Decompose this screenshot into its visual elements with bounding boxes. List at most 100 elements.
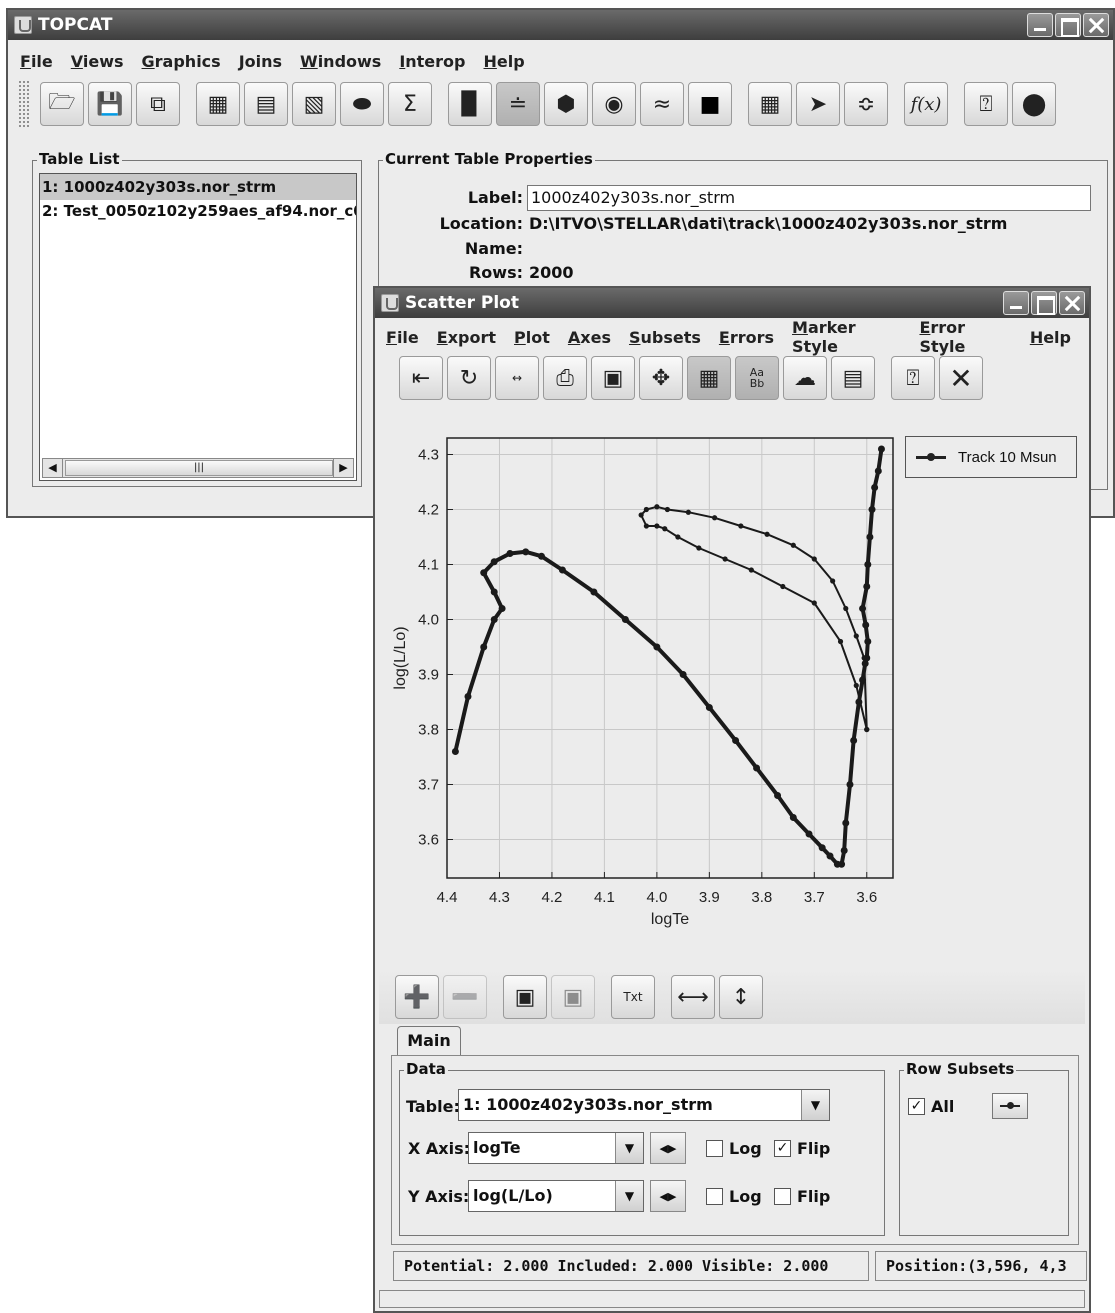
checkbox-icon[interactable]	[774, 1188, 791, 1205]
density-icon[interactable]: ■	[688, 82, 732, 126]
menu-joins[interactable]: Joins	[239, 52, 282, 71]
data-point	[621, 616, 629, 623]
export-image-icon[interactable]: ▣	[591, 356, 635, 400]
histogram-icon[interactable]: ▉	[448, 82, 492, 126]
plot2d-icon[interactable]: ≐	[496, 82, 540, 126]
toolbar-grip[interactable]	[18, 80, 30, 128]
points-subset-icon[interactable]: ▤	[831, 356, 875, 400]
exit-icon[interactable]: ⬤	[1012, 82, 1056, 126]
maximize-button[interactable]	[1031, 291, 1057, 315]
help-icon[interactable]: ⍰	[964, 82, 1008, 126]
y-axis-stepper[interactable]: ◀▶	[650, 1180, 686, 1212]
checkbox-icon[interactable]: ✓	[774, 1140, 791, 1157]
tab-main[interactable]: Main	[397, 1026, 461, 1056]
open-icon[interactable]: 🗁	[40, 82, 84, 126]
scroll-thumb[interactable]: |||	[65, 460, 333, 476]
data-point	[558, 566, 566, 574]
menu-errors[interactable]: Errors	[719, 328, 774, 347]
replot-icon[interactable]: ↻	[447, 356, 491, 400]
horizontal-scrollbar[interactable]: ◀ ||| ▶	[42, 458, 354, 478]
scatter-titlebar[interactable]: Scatter Plot	[375, 288, 1089, 318]
chevron-down-icon[interactable]: ▼	[615, 1133, 643, 1163]
menu-subsets[interactable]: Subsets	[629, 328, 701, 347]
cone-search-icon[interactable]: ➤	[796, 82, 840, 126]
topcat-toolbar: 🗁 💾 ⧉ ▦ ▤ ▧ ⬬ Σ ▉ ≐ ⬢ ◉ ≈ ■ ▦ ➤ ≎ f(x) ⍰…	[8, 80, 1113, 128]
plot3d-icon[interactable]: ⬢	[544, 82, 588, 126]
y-log-checkbox[interactable]: Log	[706, 1187, 762, 1206]
menu-windows[interactable]: Windows	[300, 52, 381, 71]
close-button[interactable]	[1059, 291, 1085, 315]
table-select[interactable]: 1: 1000z402y303s.nor_strm ▼	[458, 1089, 830, 1121]
y-flip-checkbox[interactable]: Flip	[774, 1187, 830, 1206]
menu-views[interactable]: Views	[71, 52, 124, 71]
menu-export[interactable]: Export	[437, 328, 496, 347]
table-list[interactable]: 1: 1000z402y303s.nor_strm 2: Test_0050z1…	[39, 173, 357, 481]
table-properties-legend: Current Table Properties	[383, 150, 595, 168]
duplicate-icon[interactable]: ⧉	[136, 82, 180, 126]
close-button[interactable]	[1083, 13, 1109, 37]
close-icon[interactable]: ✕	[939, 356, 983, 400]
chevron-down-icon[interactable]: ▼	[801, 1090, 829, 1120]
menu-file[interactable]: File	[386, 328, 419, 347]
x-axis-select[interactable]: logTe ▼	[468, 1132, 644, 1164]
topcat-titlebar[interactable]: TOPCAT	[8, 10, 1113, 40]
x-log-checkbox[interactable]: Log	[706, 1139, 762, 1158]
subsets-icon[interactable]: ⬬	[340, 82, 384, 126]
axis-flip-icon[interactable]: ⇤	[399, 356, 443, 400]
scroll-left-icon[interactable]: ◀	[43, 459, 63, 477]
minimize-button[interactable]	[1027, 13, 1053, 37]
help-icon[interactable]: ⍰	[891, 356, 935, 400]
statistics-icon[interactable]: Σ	[388, 82, 432, 126]
blob-icon[interactable]: ☁	[783, 356, 827, 400]
menu-interop[interactable]: Interop	[399, 52, 465, 71]
checkbox-icon[interactable]	[706, 1188, 723, 1205]
navigate-icon[interactable]: ✥	[639, 356, 683, 400]
menu-error-style[interactable]: Error Style	[919, 318, 1011, 356]
table-list-item[interactable]: 1: 1000z402y303s.nor_strm	[40, 174, 356, 200]
x-error-icon[interactable]: ⟷	[671, 975, 715, 1019]
menu-help[interactable]: Help	[484, 52, 525, 71]
subset-all-checkbox[interactable]: ✓ All	[908, 1097, 954, 1116]
y-error-icon[interactable]: ↕	[719, 975, 763, 1019]
x-flip-checkbox[interactable]: ✓ Flip	[774, 1139, 830, 1158]
subset-style-button[interactable]	[992, 1093, 1028, 1119]
minimize-button[interactable]	[1003, 291, 1029, 315]
remove-subset-icon[interactable]: ▣	[551, 975, 595, 1019]
menu-graphics[interactable]: Graphics	[142, 52, 221, 71]
menu-help[interactable]: Help	[1030, 328, 1071, 347]
grid-icon[interactable]: ▦	[687, 356, 731, 400]
plot-canvas[interactable]: 4.4 4.3 4.2 4.1 4.0 3.9 3.8 3.7 3.6 4.3 4.2 4.1 4.0 3…	[379, 412, 1085, 972]
maximize-button[interactable]	[1055, 13, 1081, 37]
checkbox-icon[interactable]: ✓	[908, 1098, 925, 1115]
chevron-down-icon[interactable]: ▼	[615, 1181, 643, 1211]
table-list-item[interactable]: 2: Test_0050z102y259aes_af94.nor_c04z	[40, 200, 356, 222]
menu-file[interactable]: File	[20, 52, 53, 71]
data-point	[705, 704, 713, 711]
legend-box: Track 10 Msun	[905, 436, 1077, 478]
add-subset-icon[interactable]: ▣	[503, 975, 547, 1019]
save-icon[interactable]: 💾	[88, 82, 132, 126]
stack-plot-icon[interactable]: ≈	[640, 82, 684, 126]
scatter-plot-svg[interactable]: 4.4 4.3 4.2 4.1 4.0 3.9 3.8 3.7 3.6 4.3 4.2 4.1 4.0 3…	[379, 412, 1085, 972]
remove-dataset-icon[interactable]: ➖	[443, 975, 487, 1019]
scroll-right-icon[interactable]: ▶	[333, 459, 353, 477]
menu-marker-style[interactable]: Marker Style	[792, 318, 901, 356]
columns-icon[interactable]: ▧	[292, 82, 336, 126]
print-icon[interactable]: ⎙	[543, 356, 587, 400]
y-axis-select[interactable]: log(L/Lo) ▼	[468, 1180, 644, 1212]
metadata-icon[interactable]: ▤	[244, 82, 288, 126]
menu-axes[interactable]: Axes	[568, 328, 611, 347]
multi-cone-icon[interactable]: ≎	[844, 82, 888, 126]
add-dataset-icon[interactable]: ➕	[395, 975, 439, 1019]
checkbox-icon[interactable]	[706, 1140, 723, 1157]
function-icon[interactable]: f(x)	[904, 82, 948, 126]
table-data-icon[interactable]: ▦	[196, 82, 240, 126]
sphere-icon[interactable]: ◉	[592, 82, 636, 126]
title-icon[interactable]: ↔	[495, 356, 539, 400]
legend-icon[interactable]: Aa Bb	[735, 356, 779, 400]
text-label-icon[interactable]: Txt	[611, 975, 655, 1019]
menu-plot[interactable]: Plot	[514, 328, 550, 347]
match-icon[interactable]: ▦	[748, 82, 792, 126]
x-axis-stepper[interactable]: ◀▶	[650, 1132, 686, 1164]
label-input[interactable]: 1000z402y303s.nor_strm	[527, 185, 1091, 211]
